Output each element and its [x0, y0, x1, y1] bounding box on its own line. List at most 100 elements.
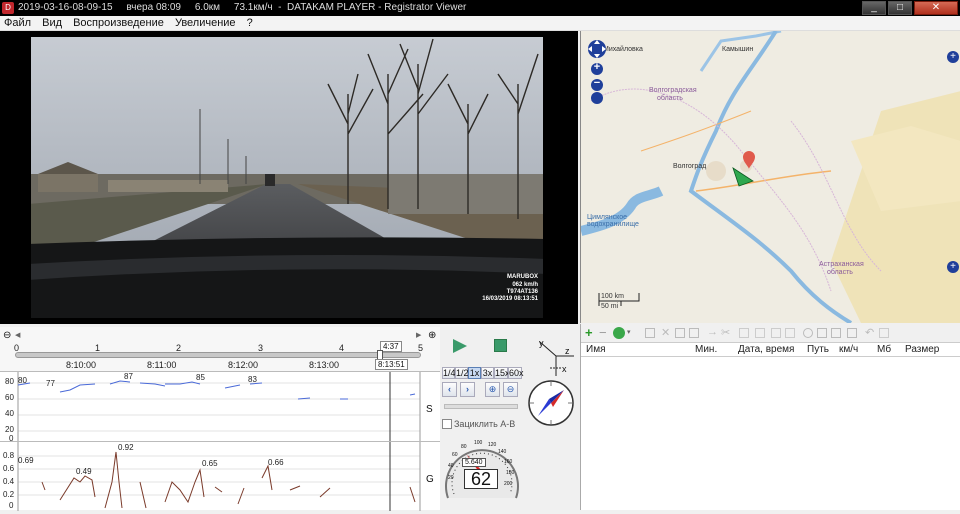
zoom-in-graph-button[interactable]: ⊕ [485, 382, 500, 397]
accelerometer-axes-icon [539, 341, 574, 376]
volume-slider[interactable] [444, 404, 518, 409]
axis-z-label: z [565, 346, 570, 356]
cut-icon[interactable]: ✂ [721, 326, 730, 339]
col-name[interactable]: Имя [586, 344, 605, 355]
speed-60x-button[interactable]: 60x [508, 367, 524, 379]
next-frame-button[interactable]: › [460, 382, 475, 397]
clipboard-icon[interactable] [689, 328, 699, 338]
map-layer-plus-icon[interactable]: + [947, 51, 959, 63]
g-ytick-0-4: 0.4 [3, 477, 15, 486]
playback-controls: y z x 1/4 1/2 1x 3x 15x 60x ‹ › ⊕ ⊖ Заци… [440, 324, 580, 510]
g-graph-svg [17, 442, 421, 511]
tool-icon-3[interactable] [771, 328, 781, 338]
map-panel[interactable]: Михайловка Камышин Волгоградская область… [580, 31, 960, 323]
speed-15x-button[interactable]: 15x [494, 367, 510, 379]
zoom-out-timeline-icon[interactable]: ⊖ [3, 330, 11, 341]
speed-1x-button[interactable]: 1x [468, 367, 481, 379]
col-size[interactable]: Размер [905, 344, 939, 355]
speed-3x-button[interactable]: 3x [481, 367, 494, 379]
odometer-display: 5.640 [462, 458, 486, 467]
tool-icon-1[interactable] [739, 328, 749, 338]
tool-icon-2[interactable] [755, 328, 765, 338]
maximize-button[interactable]: □ [888, 1, 912, 15]
scroll-left-arrow-icon[interactable]: ◀ [15, 331, 20, 339]
timeline-slider-track[interactable] [15, 352, 421, 358]
map-label-region2b: область [827, 269, 853, 276]
refresh-dropdown-icon[interactable]: ▾ [627, 328, 631, 336]
speed-ytick-80: 80 [5, 377, 14, 386]
delete-icon[interactable]: ✕ [661, 326, 670, 339]
map-zoom-out-button[interactable]: − [591, 77, 603, 89]
map-scale-mi: 50 mi [601, 303, 619, 310]
speed-value-label-2: 77 [46, 379, 55, 388]
g-ytick-0: 0 [9, 501, 14, 510]
map-label-region1: Волгоградская [649, 87, 697, 94]
scroll-right-arrow-icon[interactable]: ▶ [416, 331, 421, 339]
speed-value-label-3: 87 [124, 372, 133, 381]
speed-1-4-button[interactable]: 1/4 [442, 367, 456, 379]
export-icon[interactable] [817, 328, 827, 338]
axis-x-label: x [562, 364, 567, 374]
zoom-out-graph-button[interactable]: ⊖ [503, 382, 518, 397]
title-bar: D 2019-03-16-08-09-15 вчера 08:09 6.0км … [0, 0, 960, 16]
save-icon[interactable] [675, 328, 685, 338]
speedo-scale-200: 200 [504, 481, 513, 487]
stop-icon[interactable] [494, 339, 507, 352]
speed-1-2-button[interactable]: 1/2 [455, 367, 469, 379]
menu-view[interactable]: Вид [38, 16, 66, 31]
menu-help[interactable]: ? [243, 16, 257, 31]
osd-plate: T974AT136 [506, 289, 538, 295]
play-icon[interactable] [452, 338, 468, 354]
g-value-label-1: 0.69 [18, 456, 34, 465]
loop-ab-checkbox[interactable] [442, 419, 452, 429]
map-zoom-in-button[interactable]: + [591, 61, 603, 73]
osd-brand: MARUBOX [507, 274, 538, 280]
window-title: 2019-03-16-08-09-15 вчера 08:09 6.0км 73… [18, 2, 467, 13]
gps-icon[interactable] [803, 328, 813, 338]
time-label-1: 8:10:00 [66, 360, 97, 370]
copy-icon[interactable] [645, 328, 655, 338]
menu-file[interactable]: Файл [0, 16, 35, 31]
col-minutes[interactable]: Мин. [695, 344, 717, 355]
speed-graph[interactable]: 80 60 40 20 0 80 77 87 85 83 S [0, 371, 440, 443]
zoom-in-timeline-icon[interactable]: ⊕ [428, 330, 436, 341]
window-icon[interactable] [847, 328, 857, 338]
forward-icon[interactable]: → [707, 326, 718, 338]
col-mb[interactable]: Мб [877, 344, 891, 355]
menu-bar: Файл Вид Воспроизведение Увеличение ? [0, 16, 960, 31]
close-button[interactable]: ✕ [914, 1, 958, 15]
map-label-region1b: область [657, 95, 683, 102]
g-ytick-0-6: 0.6 [3, 464, 15, 473]
undo-icon[interactable]: ↶ [865, 326, 874, 339]
menu-playback[interactable]: Воспроизведение [69, 16, 168, 31]
file-list-panel: + − ▾ ✕ → ✂ ↶ Имя Мин. Дата, время Путь … [580, 324, 960, 510]
remove-file-icon[interactable]: − [599, 326, 607, 339]
col-path[interactable]: Путь [807, 344, 829, 355]
tool-icon-5[interactable] [879, 328, 889, 338]
speed-value-label-1: 80 [18, 376, 27, 385]
refresh-icon[interactable] [613, 327, 625, 339]
menu-zoom[interactable]: Увеличение [171, 16, 240, 31]
g-force-graph[interactable]: 0.8 0.6 0.4 0.2 0 0.69 0.49 0.92 0.65 0.… [0, 441, 440, 511]
prev-frame-button[interactable]: ‹ [442, 382, 457, 397]
map-label-city3: Волгоград [673, 163, 707, 170]
col-speed[interactable]: км/ч [839, 344, 858, 355]
g-value-label-4: 0.65 [202, 459, 218, 468]
app-icon[interactable]: D [2, 2, 14, 14]
tool-icon-4[interactable] [785, 328, 795, 338]
col-datetime[interactable]: Дата, время [738, 344, 794, 355]
osd-datetime: 16/03/2019 08:13:51 [482, 296, 538, 302]
map-label-city2: Камышин [722, 46, 754, 53]
print-icon[interactable] [831, 328, 841, 338]
minimize-button[interactable]: _ [862, 1, 886, 15]
time-label-3: 8:12:00 [228, 360, 259, 370]
speedo-scale-140: 140 [498, 449, 507, 455]
current-time-box: 8:13:51 [375, 359, 408, 370]
g-value-label-2: 0.49 [76, 467, 92, 476]
g-ytick-0-2: 0.2 [3, 490, 15, 499]
speedo-scale-40: 40 [448, 463, 454, 469]
add-file-icon[interactable]: + [585, 326, 593, 339]
speedo-scale-20: 20 [448, 475, 454, 481]
g-value-label-3: 0.92 [118, 443, 134, 452]
map-layer-plus-icon-2[interactable]: + [947, 261, 959, 273]
